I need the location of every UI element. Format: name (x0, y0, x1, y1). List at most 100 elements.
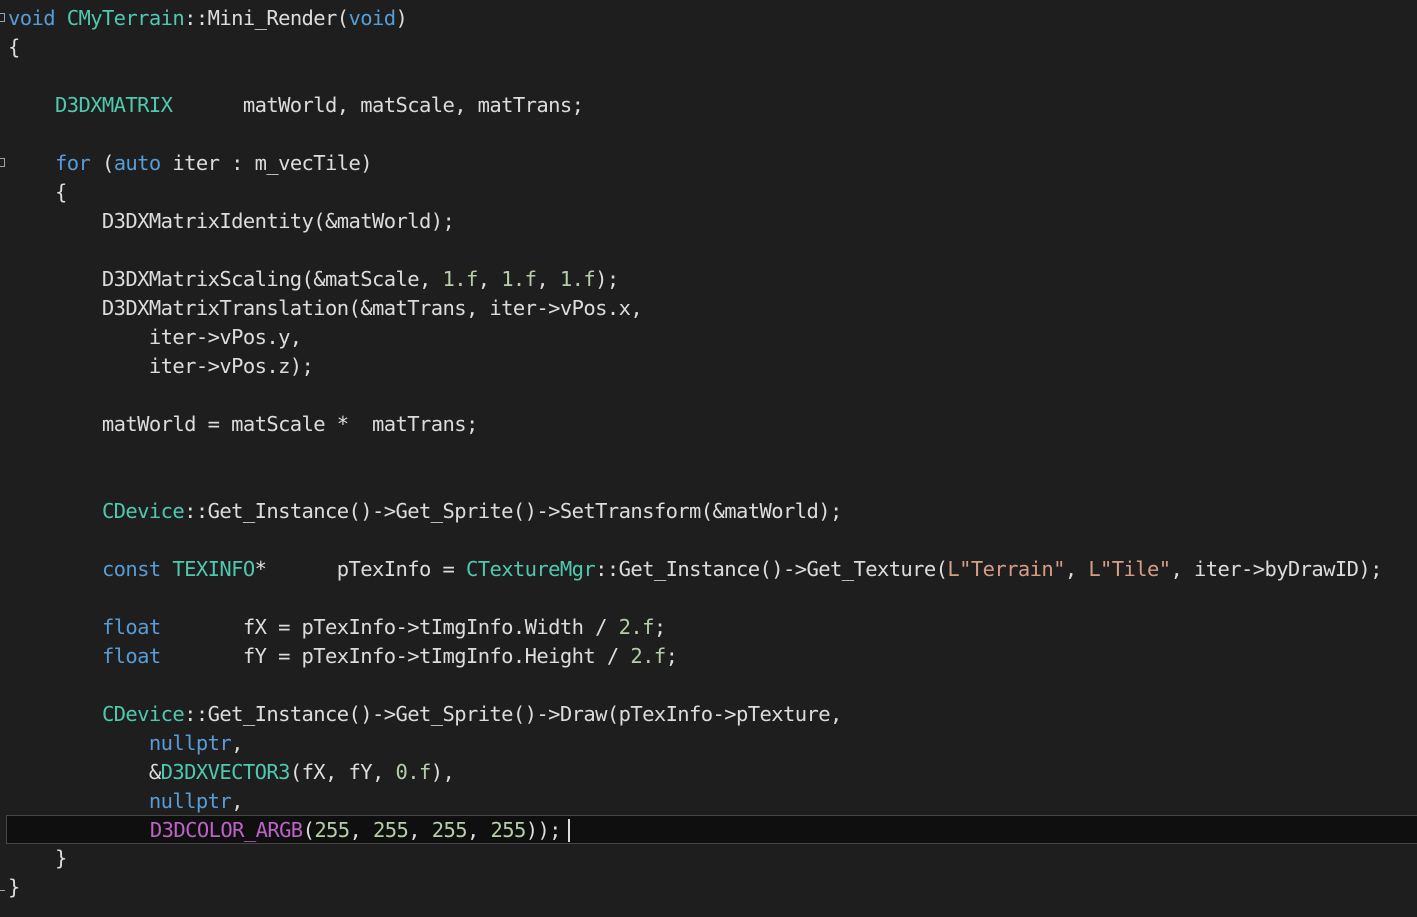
code-line[interactable]: for (auto iter : m_vecTile) (0, 149, 1417, 178)
line-text: { (8, 33, 20, 62)
code-line[interactable] (0, 236, 1417, 265)
line-text: float fX = pTexInfo->tImgInfo.Width / 2.… (8, 613, 666, 642)
code-token: 1.f (559, 267, 596, 291)
code-token: 2.f (618, 615, 655, 639)
code-token: 255 (373, 818, 409, 842)
code-line[interactable] (0, 526, 1417, 555)
code-line[interactable]: CDevice::Get_Instance()->Get_Sprite()->D… (0, 700, 1417, 729)
code-line[interactable] (0, 439, 1417, 468)
code-token: CTextureMgr (465, 557, 596, 581)
code-token: )); (525, 818, 562, 842)
fold-end-marker (0, 873, 5, 891)
line-text: { (8, 178, 67, 207)
code-token: D3DXMATRIX (54, 93, 173, 117)
code-token: D3DXMatrixTranslation(&matTrans, iter->v… (8, 296, 643, 320)
code-token: iter->vPos.z); (8, 354, 314, 378)
code-token: ) (395, 6, 408, 30)
code-line[interactable] (0, 120, 1417, 149)
code-line[interactable]: { (0, 178, 1417, 207)
code-token: CMyTerrain (66, 6, 185, 30)
current-code-line[interactable]: D3DCOLOR_ARGB(255, 255, 255, 255)); (6, 815, 1417, 844)
line-text: CDevice::Get_Instance()->Get_Sprite()->S… (8, 497, 842, 526)
code-line[interactable] (0, 468, 1417, 497)
code-line[interactable] (0, 381, 1417, 410)
code-token: , (231, 731, 243, 755)
code-line[interactable]: nullptr, (0, 787, 1417, 816)
code-token: 255 (490, 818, 526, 842)
code-token: CDevice (101, 499, 185, 523)
code-token: D3DXMatrixIdentity(&matWorld); (8, 209, 455, 233)
code-token: iter->vPos.y, (8, 325, 302, 349)
collapse-icon[interactable] (0, 13, 5, 22)
code-line[interactable]: } (0, 844, 1417, 873)
code-token: ::Get_Instance()->Get_Sprite()->Draw(pTe… (184, 702, 842, 726)
code-token: ); (595, 267, 619, 291)
code-token: D3DCOLOR_ARGB (149, 818, 303, 842)
code-line[interactable] (0, 671, 1417, 700)
collapse-icon[interactable] (0, 158, 5, 167)
line-text: CDevice::Get_Instance()->Get_Sprite()->D… (8, 700, 842, 729)
code-token: float (101, 644, 161, 668)
line-text: D3DXMatrixTranslation(&matTrans, iter->v… (8, 294, 643, 323)
code-line[interactable]: iter->vPos.y, (0, 323, 1417, 352)
code-token: { (8, 35, 20, 59)
code-token: , (349, 818, 374, 842)
code-line[interactable]: void CMyTerrain::Mini_Render(void) (0, 4, 1417, 33)
code-token: { (8, 180, 67, 204)
code-token: 255 (431, 818, 468, 842)
text-cursor (568, 819, 570, 842)
code-token: for (54, 151, 91, 175)
line-text: D3DXMatrixScaling(&matScale, 1.f, 1.f, 1… (8, 265, 619, 294)
code-token: 255 (314, 818, 350, 842)
line-text: D3DCOLOR_ARGB(255, 255, 255, 255)); (9, 816, 562, 845)
code-line[interactable]: D3DXMatrixIdentity(&matWorld); (0, 207, 1417, 236)
code-token: ::Mini_Render( (184, 6, 349, 30)
line-text: nullptr, (8, 729, 244, 758)
code-token: 2.f (630, 644, 666, 668)
code-token: & (8, 760, 161, 784)
code-token: CDevice (101, 702, 185, 726)
code-token: * pTexInfo = (254, 557, 466, 581)
code-line[interactable]: matWorld = matScale * matTrans; (0, 410, 1417, 439)
code-line[interactable]: iter->vPos.z); (0, 352, 1417, 381)
code-line[interactable]: D3DXMATRIX matWorld, matScale, matTrans; (0, 91, 1417, 120)
code-editor[interactable]: void CMyTerrain::Mini_Render(void) { D3D… (0, 0, 1417, 917)
line-text: } (8, 873, 20, 902)
line-text: for (auto iter : m_vecTile) (8, 149, 373, 178)
code-line[interactable]: } (0, 873, 1417, 902)
code-line[interactable]: const TEXINFO* pTexInfo = CTextureMgr::G… (0, 555, 1417, 584)
code-token: } (8, 875, 20, 899)
code-line[interactable]: D3DXMatrixScaling(&matScale, 1.f, 1.f, 1… (0, 265, 1417, 294)
line-text: D3DXMatrixIdentity(&matWorld); (8, 207, 455, 236)
line-text: nullptr, (8, 787, 244, 816)
line-text: iter->vPos.z); (8, 352, 314, 381)
code-line[interactable]: { (0, 33, 1417, 62)
code-line[interactable] (0, 62, 1417, 91)
code-token: , (477, 267, 502, 291)
code-line[interactable]: &D3DXVECTOR3(fX, fY, 0.f), (0, 758, 1417, 787)
code-token: 0.f (395, 760, 432, 784)
code-token: void (348, 6, 397, 30)
code-line[interactable]: float fY = pTexInfo->tImgInfo.Height / 2… (0, 642, 1417, 671)
code-line[interactable]: CDevice::Get_Instance()->Get_Sprite()->S… (0, 497, 1417, 526)
line-text: void CMyTerrain::Mini_Render(void) (8, 4, 408, 33)
code-token: iter : m_vecTile) (160, 151, 373, 175)
code-token: , (536, 267, 560, 291)
line-text: D3DXMATRIX matWorld, matScale, matTrans; (8, 91, 584, 120)
code-line[interactable]: float fX = pTexInfo->tImgInfo.Width / 2.… (0, 613, 1417, 642)
code-line[interactable] (0, 584, 1417, 613)
code-token: L"Terrain" (947, 557, 1065, 581)
code-line[interactable]: D3DXMatrixTranslation(&matTrans, iter->v… (0, 294, 1417, 323)
code-token: , (231, 789, 243, 813)
code-token: fX = pTexInfo->tImgInfo.Width / (160, 615, 619, 639)
code-token: D3DXVECTOR3 (160, 760, 291, 784)
code-token: void (8, 6, 56, 30)
code-line[interactable]: nullptr, (0, 729, 1417, 758)
